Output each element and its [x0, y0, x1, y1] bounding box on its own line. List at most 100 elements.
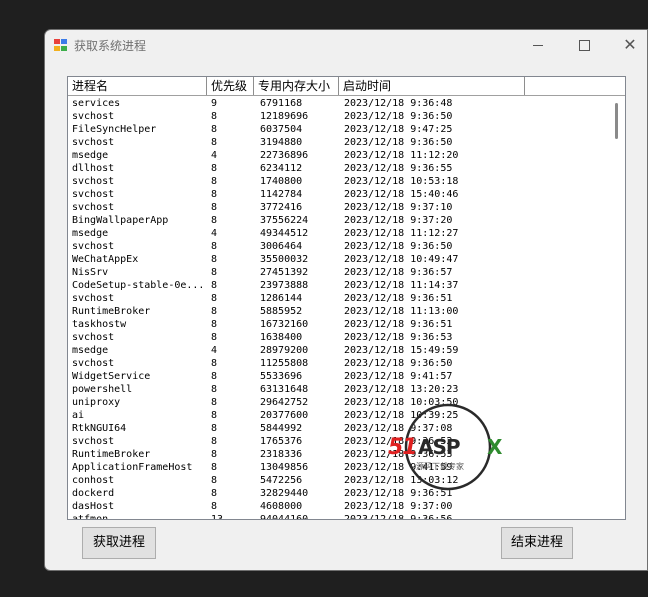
cell-process-name: svchost — [72, 293, 115, 304]
list-body: services 9 6791168 2023/12/18 9:36:48 svchos… — [68, 97, 608, 519]
cell-process-name: msedge — [72, 345, 109, 356]
table-row[interactable]: uniproxy 8 29642752 2023/12/18 10:03:50 — [68, 396, 608, 409]
table-row[interactable]: svchost 8 11255808 2023/12/18 9:36:50 — [68, 357, 608, 370]
cell-memory: 1740800 — [260, 176, 303, 187]
svg-text:X: X — [487, 435, 503, 459]
title-bar[interactable]: 获取系统进程 ✕ — [45, 30, 647, 60]
table-row[interactable]: taskhostw 8 16732160 2023/12/18 9:36:51 — [68, 318, 608, 331]
cell-priority: 8 — [211, 475, 218, 486]
maximize-button[interactable] — [561, 30, 607, 60]
table-row[interactable]: dllhost 8 6234112 2023/12/18 9:36:55 — [68, 162, 608, 175]
cell-memory: 5885952 — [260, 306, 303, 317]
table-row[interactable]: svchost 8 3006464 2023/12/18 9:36:50 — [68, 240, 608, 253]
cell-start-time: 2023/12/18 10:49:47 — [344, 254, 459, 265]
column-header-start-time[interactable]: 启动时间 — [339, 77, 525, 95]
table-row[interactable]: CodeSetup-stable-0e... 8 23973888 2023/12/1… — [68, 279, 608, 292]
svg-text:ASP: ASP — [418, 435, 460, 459]
cell-process-name: taskhostw — [72, 319, 127, 330]
cell-memory: 94044160 — [260, 513, 340, 519]
cell-priority: 8 — [211, 202, 218, 213]
table-row[interactable]: svchost 8 1740800 2023/12/18 10:53:18 — [68, 175, 608, 188]
cell-process-name: svchost — [72, 176, 115, 187]
close-button[interactable]: ✕ — [607, 30, 648, 60]
cell-start-time: 2023/12/18 15:49:59 — [344, 345, 459, 356]
table-row[interactable]: conhost 8 5472256 2023/12/18 13:03:12 — [68, 474, 608, 487]
cell-memory: 4608000 — [260, 501, 303, 512]
cell-priority: 8 — [211, 241, 218, 252]
cell-memory: 35500032 — [260, 254, 309, 265]
table-row[interactable]: atfmon13 94044160 2023/12/18 9:36:56 — [68, 513, 608, 519]
cell-memory: 5844992 — [260, 423, 303, 434]
column-header-name[interactable]: 进程名 — [68, 77, 207, 95]
column-header-memory[interactable]: 专用内存大小 — [254, 77, 339, 95]
table-row[interactable]: msedge 4 49344512 2023/12/18 11:12:27 — [68, 227, 608, 240]
process-list[interactable]: 进程名 优先级 专用内存大小 启动时间 services 9 6791168 2023… — [67, 76, 626, 520]
cell-priority: 4 — [211, 150, 218, 161]
watermark-logo: 51 ASP X 源码下载专家 — [388, 403, 503, 491]
cell-start-time: 2023/12/18 9:36:51 — [344, 319, 453, 330]
minimize-button[interactable] — [515, 30, 561, 60]
cell-priority: 8 — [211, 501, 218, 512]
table-row[interactable]: services 9 6791168 2023/12/18 9:36:48 — [68, 97, 608, 110]
cell-memory: 49344512 — [260, 228, 309, 239]
cell-memory: 1638400 — [260, 332, 303, 343]
list-header: 进程名 优先级 专用内存大小 启动时间 — [68, 77, 625, 96]
table-row[interactable]: FileSyncHelper 8 6037504 2023/12/18 9:47:25 — [68, 123, 608, 136]
cell-process-name: services — [72, 98, 121, 109]
end-process-button[interactable]: 结束进程 — [501, 527, 573, 559]
scrollbar-thumb[interactable] — [615, 103, 618, 139]
cell-start-time: 2023/12/18 11:13:00 — [344, 306, 459, 317]
table-row[interactable]: svchost 8 3772416 2023/12/18 9:37:10 — [68, 201, 608, 214]
cell-process-name: svchost — [72, 241, 115, 252]
cell-priority: 8 — [211, 358, 218, 369]
cell-process-name: dockerd — [72, 488, 115, 499]
cell-process-name: dllhost — [72, 163, 115, 174]
cell-start-time: 2023/12/18 9:36:48 — [344, 98, 453, 109]
table-row[interactable]: dasHost 8 4608000 2023/12/18 9:37:00 — [68, 500, 608, 513]
cell-priority: 9 — [211, 98, 218, 109]
cell-priority: 8 — [211, 319, 218, 330]
cell-priority: 8 — [211, 254, 218, 265]
cell-priority: 4 — [211, 345, 218, 356]
table-row[interactable]: svchost 8 1765376 2023/12/18 9:36:52 — [68, 435, 608, 448]
table-row[interactable]: svchost 8 1638400 2023/12/18 9:36:53 — [68, 331, 608, 344]
column-header-empty — [525, 77, 625, 95]
table-row[interactable]: powershell 8 63131648 2023/12/18 13:20:23 — [68, 383, 608, 396]
table-row[interactable]: NisSrv 8 27451392 2023/12/18 9:36:57 — [68, 266, 608, 279]
table-row[interactable]: WidgetService 8 5533696 2023/12/18 9:41:57 — [68, 370, 608, 383]
table-row[interactable]: ApplicationFrameHost 8 13049856 2023/12/18 … — [68, 461, 608, 474]
cell-memory: 6234112 — [260, 163, 303, 174]
cell-process-name: RuntimeBroker — [72, 306, 151, 317]
column-header-priority[interactable]: 优先级 — [207, 77, 254, 95]
cell-start-time: 2023/12/18 15:40:46 — [344, 189, 459, 200]
cell-priority: 8 — [211, 111, 218, 122]
svg-text:51: 51 — [388, 435, 417, 460]
cell-priority: 8 — [211, 410, 218, 421]
cell-priority: 8 — [211, 488, 218, 499]
cell-memory: 20377600 — [260, 410, 309, 421]
table-row[interactable]: BingWallpaperApp 8 37556224 2023/12/18 9:37… — [68, 214, 608, 227]
table-row[interactable]: msedge 4 22736896 2023/12/18 11:12:20 — [68, 149, 608, 162]
vertical-scrollbar[interactable] — [608, 97, 625, 519]
cell-priority: 8 — [211, 371, 218, 382]
get-processes-button[interactable]: 获取进程 — [82, 527, 156, 559]
table-row[interactable]: svchost 8 3194880 2023/12/18 9:36:50 — [68, 136, 608, 149]
table-row[interactable]: svchost 8 1286144 2023/12/18 9:36:51 — [68, 292, 608, 305]
cell-memory: 37556224 — [260, 215, 309, 226]
table-row[interactable]: svchost 8 12189696 2023/12/18 9:36:50 — [68, 110, 608, 123]
cell-start-time: 2023/12/18 9:37:20 — [344, 215, 453, 226]
table-row[interactable]: RuntimeBroker 8 2318336 2023/12/18 9:36:53 — [68, 448, 608, 461]
cell-start-time: 2023/12/18 9:47:25 — [344, 124, 453, 135]
cell-start-time: 2023/12/18 9:36:51 — [344, 293, 453, 304]
cell-priority: 8 — [211, 189, 218, 200]
cell-priority: 8 — [211, 280, 218, 291]
table-row[interactable]: RtkNGUI64 8 5844992 2023/12/18 9:37:08 — [68, 422, 608, 435]
cell-priority: 8 — [211, 306, 218, 317]
table-row[interactable]: msedge 4 28979200 2023/12/18 15:49:59 — [68, 344, 608, 357]
table-row[interactable]: ai 8 20377600 2023/12/18 10:39:25 — [68, 409, 608, 422]
table-row[interactable]: WeChatAppEx 8 35500032 2023/12/18 10:49:47 — [68, 253, 608, 266]
table-row[interactable]: RuntimeBroker 8 5885952 2023/12/18 11:13:00 — [68, 305, 608, 318]
cell-start-time: 2023/12/18 9:36:50 — [344, 358, 453, 369]
table-row[interactable]: svchost 8 1142784 2023/12/18 15:40:46 — [68, 188, 608, 201]
table-row[interactable]: dockerd 8 32829440 2023/12/18 9:36:51 — [68, 487, 608, 500]
